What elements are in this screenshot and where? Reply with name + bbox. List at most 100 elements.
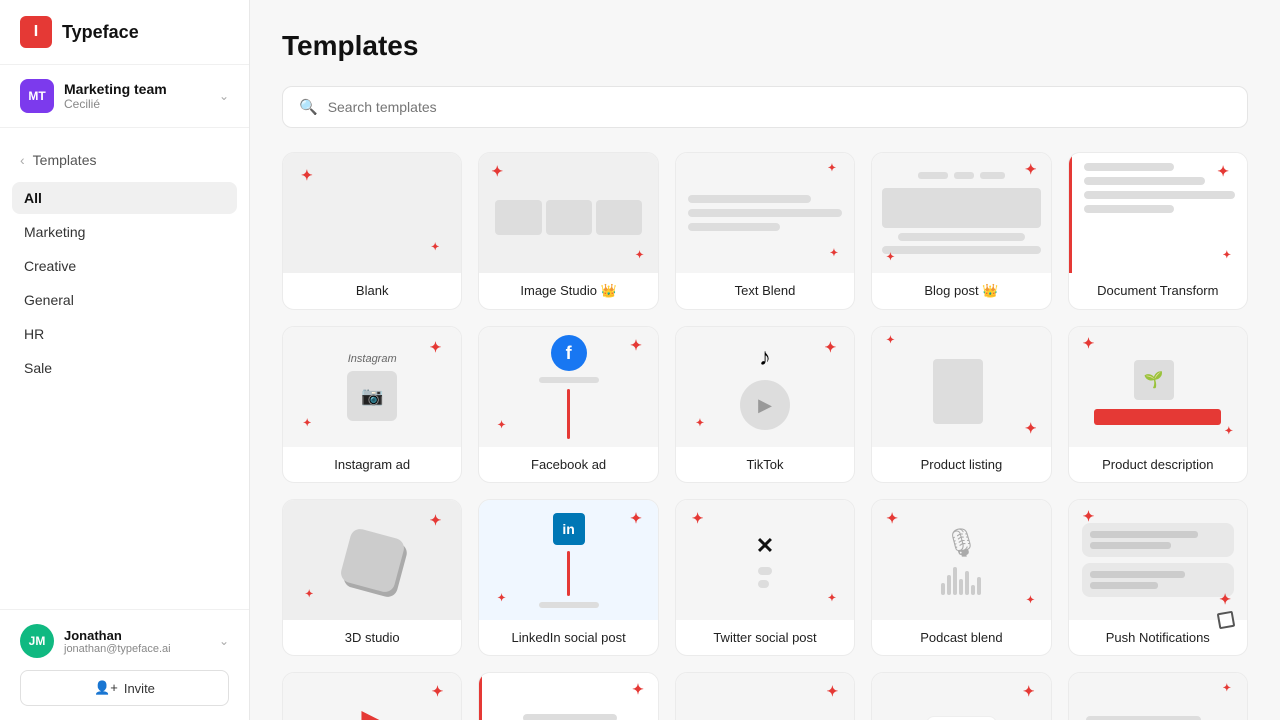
sidebar-item-marketing[interactable]: Marketing (12, 216, 237, 248)
template-youtube[interactable]: ✦ ✦ ▶ YouTube (282, 672, 462, 720)
templates-grid: ✦ ✦ Blank ✦ ✦ Image Studio 👑 ✦ (282, 152, 1248, 720)
sparkle-icon: ✦ (1223, 250, 1231, 261)
sidebar-item-hr[interactable]: HR (12, 318, 237, 350)
sparkle-icon: ✦ (430, 339, 442, 356)
user-chevron-icon: ⌄ (219, 634, 229, 648)
sparkle-icon: ✦ (1025, 161, 1037, 178)
template-label: Twitter social post (676, 620, 854, 655)
sparkle-icon: ✦ (430, 512, 442, 529)
template-3d-studio[interactable]: ✦ ✦ 3D studio (282, 499, 462, 656)
template-document2[interactable]: ✦ Document (478, 672, 658, 720)
sparkle-icon: ✦ (301, 167, 313, 184)
template-label: LinkedIn social post (479, 620, 657, 655)
sparkle-icon: ✦ (828, 163, 836, 174)
sidebar-logo: I Typeface (0, 0, 249, 65)
template-label: Product listing (872, 447, 1050, 482)
search-input[interactable] (328, 99, 1231, 115)
sparkle-icon: ✦ (432, 683, 444, 700)
invite-button[interactable]: 👤+ Invite (20, 670, 229, 706)
template-label: Blank (283, 273, 461, 308)
template-instagram-ad[interactable]: ✦ ✦ Instagram 📷 Instagram ad (282, 326, 462, 483)
sparkle-icon: ✦ (1083, 335, 1095, 352)
template-label: 3D studio (283, 620, 461, 655)
template-push-notifications[interactable]: ✦ ✦ Push Notifications (1068, 499, 1248, 656)
back-label: Templates (33, 152, 97, 168)
user-name: Jonathan (64, 628, 171, 643)
template-label: Push Notifications (1069, 620, 1247, 655)
invite-user-icon: 👤+ (94, 680, 118, 696)
app-title: Typeface (62, 22, 139, 43)
sidebar-item-creative[interactable]: Creative (12, 250, 237, 282)
sidebar-item-general[interactable]: General (12, 284, 237, 316)
template-label: TikTok (676, 447, 854, 482)
template-cta[interactable]: ✦ CTA ✦ CTA (871, 672, 1051, 720)
sparkle-icon: ✦ (1023, 683, 1035, 700)
template-tiktok[interactable]: ✦ ✦ ♪ ▶ TikTok (675, 326, 855, 483)
search-bar: 🔍 (282, 86, 1248, 128)
user-row: JM Jonathan jonathan@typeface.ai ⌄ (20, 624, 229, 658)
team-avatar: MT (20, 79, 54, 113)
template-label: Facebook ad (479, 447, 657, 482)
template-label: Document Transform (1069, 273, 1247, 308)
template-document-transform[interactable]: ✦ ✦ Document Transform (1068, 152, 1248, 310)
invite-label: Invite (124, 681, 155, 696)
sparkle-icon: ✦ (305, 589, 313, 600)
template-facebook-ad[interactable]: ✦ ✦ f Facebook ad (478, 326, 658, 483)
template-text-blend[interactable]: ✦ ✦ Text Blend (675, 152, 855, 310)
template-label: Text Blend (676, 273, 854, 308)
sparkle-icon: ✦ (635, 250, 643, 261)
nav-section: All Marketing Creative General HR Sale (0, 182, 249, 384)
template-label: Product description (1069, 447, 1247, 482)
back-arrow-icon: ‹ (20, 152, 25, 168)
sparkle-icon: ✦ (830, 248, 838, 259)
sparkle-icon: ✦ (1025, 420, 1037, 437)
template-linkedin-post[interactable]: ✦ ✦ in LinkedIn social post (478, 499, 658, 656)
sparkle-icon: ✦ (1219, 591, 1231, 608)
team-selector[interactable]: MT Marketing team Cecilié ⌄ (0, 65, 249, 128)
template-blank[interactable]: ✦ ✦ Blank (282, 152, 462, 310)
sparkle-icon: ✦ (1083, 508, 1095, 525)
sparkle-icon: ✦ (1225, 426, 1233, 437)
template-label: Image Studio 👑 (479, 273, 657, 309)
template-twitter-post[interactable]: ✦ ✦ ✕ Twitter social post (675, 499, 855, 656)
sparkle-icon: ✦ (886, 252, 894, 263)
main-content: Templates 🔍 ✦ ✦ Blank ✦ ✦ Ima (250, 0, 1280, 720)
template-image-studio[interactable]: ✦ ✦ Image Studio 👑 (478, 152, 658, 310)
sparkle-icon: ✦ (630, 510, 642, 527)
sparkle-icon: ✦ (696, 418, 704, 429)
back-to-templates[interactable]: ‹ Templates (0, 144, 249, 182)
sparkle-icon: ✦ (431, 242, 439, 253)
sparkle-icon: ✦ (824, 339, 836, 356)
template-label: Podcast blend (872, 620, 1050, 655)
user-avatar: JM (20, 624, 54, 658)
template-vimeo[interactable]: ✦ vimeo ✦ Vimeo (675, 672, 855, 720)
template-podcast-blend[interactable]: ✦ ✦ 🎙 Podcast blend (871, 499, 1051, 656)
sidebar-nav: ‹ Templates All Marketing Creative Gener… (0, 128, 249, 609)
sparkle-icon: ✦ (630, 337, 642, 354)
sidebar-item-all[interactable]: All (12, 182, 237, 214)
sparkle-icon: ✦ (497, 593, 505, 604)
template-product-description[interactable]: ✦ ✦ 🌱 Product description (1068, 326, 1248, 483)
page-title: Templates (282, 30, 1248, 62)
template-misc[interactable]: ✦ (1068, 672, 1248, 720)
sparkle-icon: ✦ (497, 420, 505, 431)
sparkle-icon: ✦ (632, 681, 644, 698)
sparkle-icon: ✦ (692, 510, 704, 527)
team-chevron-icon: ⌄ (219, 89, 229, 103)
sparkle-icon: ✦ (886, 335, 894, 346)
sidebar: I Typeface MT Marketing team Cecilié ⌄ ‹… (0, 0, 250, 720)
sparkle-icon: ✦ (828, 593, 836, 604)
template-blog-post[interactable]: ✦ ✦ Blog post 👑 (871, 152, 1051, 310)
search-icon: 🔍 (299, 98, 318, 116)
template-product-listing[interactable]: ✦ ✦ Product listing (871, 326, 1051, 483)
team-name: Marketing team (64, 81, 167, 97)
sparkle-icon: ✦ (303, 418, 311, 429)
sparkle-icon: ✦ (1223, 683, 1231, 694)
sidebar-footer: JM Jonathan jonathan@typeface.ai ⌄ 👤+ In… (0, 609, 249, 720)
sparkle-icon: ✦ (1026, 595, 1034, 606)
template-label: Instagram ad (283, 447, 461, 482)
sidebar-item-sale[interactable]: Sale (12, 352, 237, 384)
user-email: jonathan@typeface.ai (64, 643, 171, 655)
sparkle-icon: ✦ (826, 683, 838, 700)
template-label: Blog post 👑 (872, 273, 1050, 309)
